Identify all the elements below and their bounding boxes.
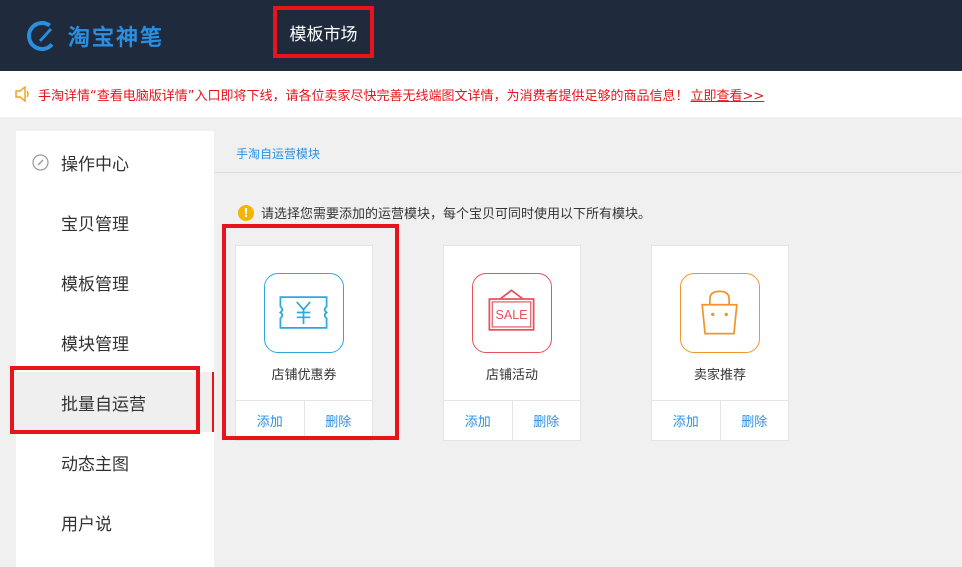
- module-card-store-event: SALE 店铺活动 添加 删除: [443, 245, 581, 441]
- hint-text: 请选择您需要添加的运营模块，每个宝贝可同时使用以下所有模块。: [261, 207, 652, 222]
- sidebar-item-label: 用户说: [61, 514, 112, 535]
- sidebar-item-dynamic-main-image[interactable]: 动态主图: [16, 432, 214, 492]
- highlight-box-coupon-card: [222, 224, 399, 440]
- sidebar-item-label: 动态主图: [61, 454, 129, 475]
- notice-link[interactable]: 立即查看>>: [690, 85, 764, 104]
- logo[interactable]: 淘宝神笔: [26, 20, 164, 52]
- notice-text: 手淘详情“查看电脑版详情”入口即将下线，请各位卖家尽快完善无线端图文详情，为消费…: [38, 88, 689, 104]
- sidebar-item-module-management[interactable]: 模块管理: [16, 312, 214, 372]
- module-card-seller-recommend: 卖家推荐 添加 删除: [651, 245, 789, 441]
- notice-bar: 手淘详情“查看电脑版详情”入口即将下线，请各位卖家尽快完善无线端图文详情，为消费…: [0, 71, 962, 117]
- section-title: 手淘自运营模块: [236, 147, 321, 161]
- sidebar-item-user-says[interactable]: 用户说: [16, 492, 214, 552]
- shopping-bag-icon: [680, 273, 760, 353]
- highlight-box-sidebar: [10, 366, 200, 434]
- card-actions: 添加 删除: [444, 400, 580, 440]
- sidebar-item-label: 操作中心: [61, 154, 129, 175]
- sidebar-item-product-management[interactable]: 宝贝管理: [16, 192, 214, 252]
- add-button[interactable]: 添加: [652, 401, 721, 440]
- sidebar-item-template-management[interactable]: 模板管理: [16, 252, 214, 312]
- warning-icon: !: [238, 204, 254, 221]
- nav-tab-template-market[interactable]: 模板市场: [273, 6, 374, 58]
- logo-text: 淘宝神笔: [68, 26, 165, 51]
- delete-button[interactable]: 删除: [513, 401, 581, 440]
- sidebar-item-operation-center[interactable]: 操作中心: [16, 132, 214, 192]
- top-header: 淘宝神笔 模板市场: [0, 0, 962, 71]
- speaker-icon: [15, 86, 29, 102]
- compass-icon: [32, 154, 49, 171]
- card-label: 店铺活动: [485, 368, 538, 383]
- sidebar-item-label: 模块管理: [61, 334, 129, 355]
- hint-row: ! 请选择您需要添加的运营模块，每个宝贝可同时使用以下所有模块。: [238, 203, 651, 222]
- sidebar-item-label: 模板管理: [61, 274, 129, 295]
- logo-icon: [27, 21, 57, 51]
- card-label: 卖家推荐: [693, 368, 746, 383]
- sidebar: 操作中心 宝贝管理 模板管理 模块管理 批量自运营 动态主图 用户说: [16, 131, 214, 567]
- add-button[interactable]: 添加: [444, 401, 513, 440]
- sale-text: SALE: [496, 308, 528, 322]
- card-actions: 添加 删除: [652, 400, 788, 440]
- sidebar-item-label: 宝贝管理: [61, 214, 129, 235]
- section-divider: [214, 172, 962, 173]
- delete-button[interactable]: 删除: [721, 401, 789, 440]
- sale-sign-icon: SALE: [472, 273, 552, 353]
